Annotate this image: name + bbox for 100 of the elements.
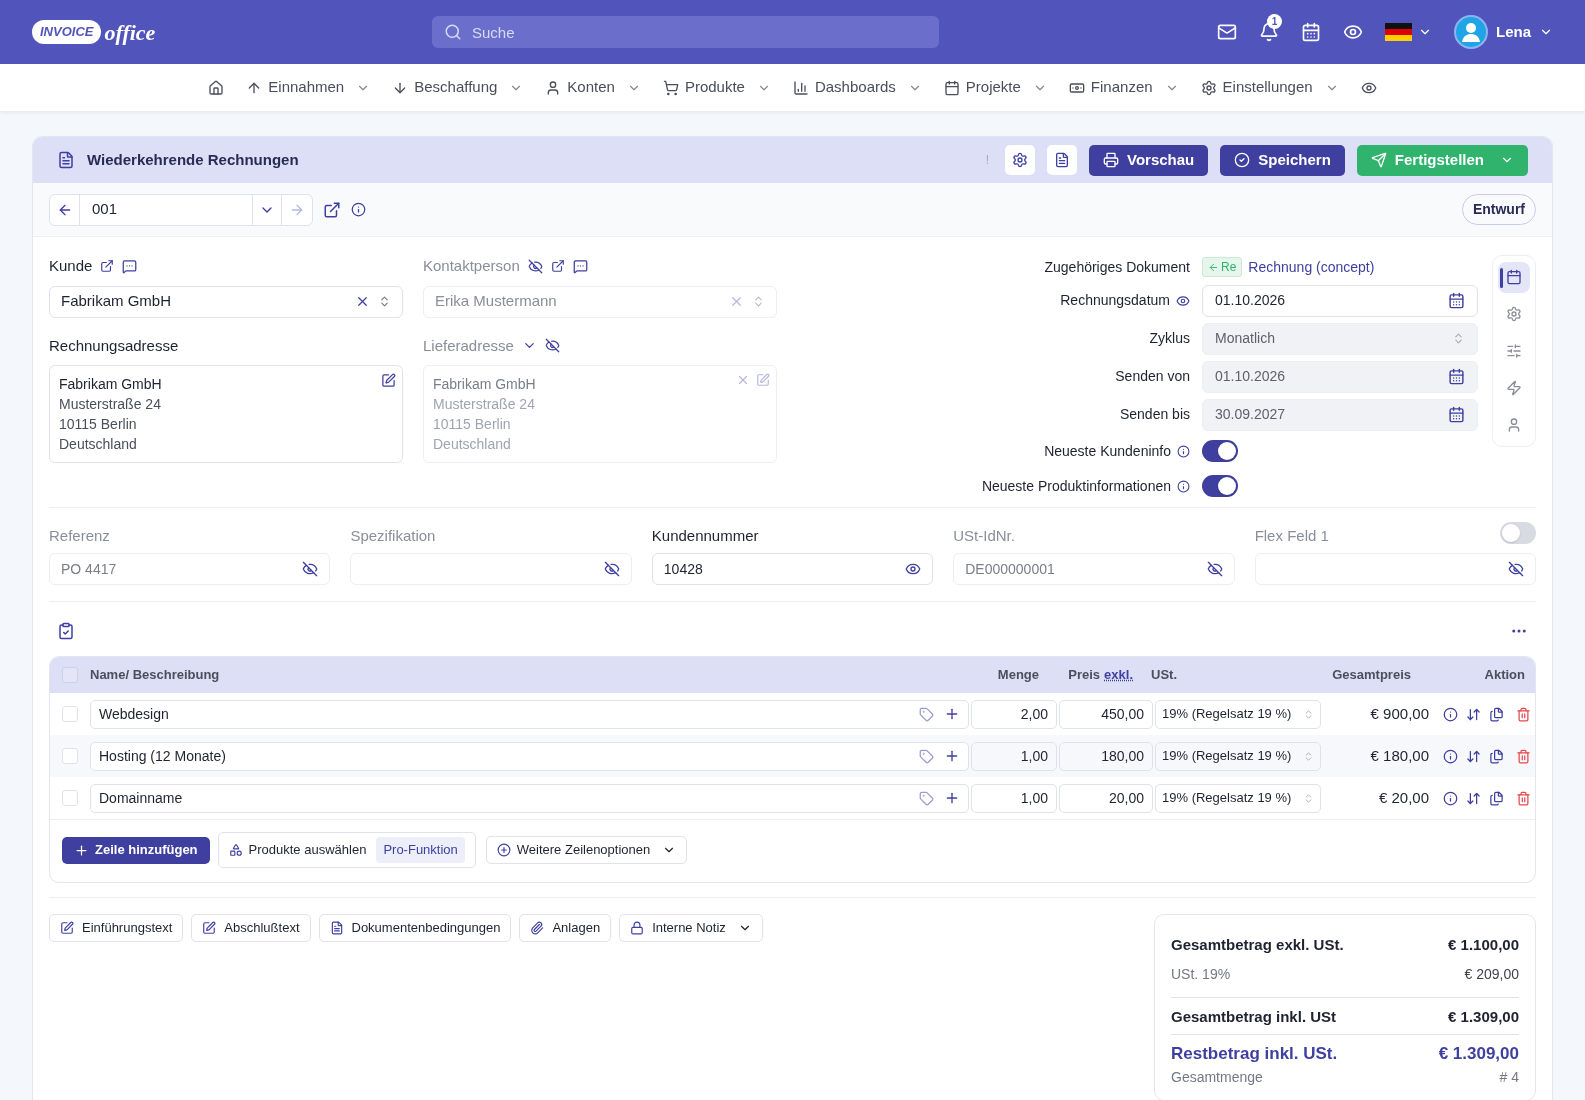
info-icon[interactable]	[1443, 790, 1458, 806]
edit-icon	[60, 921, 74, 935]
copy-icon[interactable]	[1489, 748, 1504, 764]
price-field[interactable]: 180,00	[1059, 741, 1153, 771]
text-field[interactable]: DE000000001	[953, 553, 1235, 585]
gear-icon	[1012, 152, 1029, 168]
gear-icon	[1506, 306, 1522, 323]
add-row-button[interactable]: Zeile hinzufügen	[62, 836, 210, 864]
total-cell-text: € 20,00	[1377, 787, 1429, 808]
document-button[interactable]	[1047, 145, 1078, 175]
quantity-field[interactable]: 1,00	[971, 783, 1057, 813]
comment-icon[interactable]	[122, 258, 138, 274]
nav-item[interactable]: Projekte	[965, 76, 1021, 99]
price-field[interactable]: 450,00	[1059, 699, 1153, 729]
gear-button[interactable]	[1005, 145, 1036, 175]
text-field[interactable]: 10428	[651, 553, 934, 585]
text-field[interactable]: PO 4417	[49, 553, 331, 585]
row-checkbox[interactable]	[62, 790, 78, 806]
calendar-icon[interactable]	[1301, 22, 1321, 42]
sort-icon[interactable]	[1466, 706, 1481, 722]
total-label: Restbetrag inkl. USt.	[1171, 1043, 1338, 1066]
delete-icon[interactable]	[1516, 748, 1531, 764]
name-field[interactable]: Hosting (12 Monate)	[90, 741, 969, 771]
home-icon[interactable]	[208, 79, 225, 96]
tax-select[interactable]: 19% (Regelsatz 19 %)	[1155, 783, 1321, 813]
comment-icon[interactable]	[572, 258, 588, 274]
text-section-button[interactable]: Einführungstext	[49, 914, 184, 942]
side-tab[interactable]	[1498, 262, 1530, 293]
customer-select[interactable]: Fabrikam GmbH	[49, 285, 403, 318]
tax-select[interactable]: 19% (Regelsatz 19 %)	[1155, 699, 1321, 729]
eye-off-icon[interactable]	[1206, 561, 1223, 577]
external-link-icon[interactable]	[550, 259, 565, 274]
text-section-button[interactable]: Abschlußtext	[191, 914, 311, 942]
eye-icon[interactable]	[905, 561, 922, 577]
row-checkbox[interactable]	[62, 706, 78, 722]
copy-icon[interactable]	[1489, 790, 1504, 806]
flag-icon[interactable]	[1385, 23, 1412, 41]
save-button[interactable]: Speichern	[1220, 144, 1345, 176]
eye-off-icon[interactable]	[603, 561, 620, 577]
eye-off-icon[interactable]	[544, 338, 560, 354]
quantity-field[interactable]: 2,00	[971, 699, 1057, 729]
copy-icon[interactable]	[1489, 706, 1504, 722]
toggle-switch[interactable]	[1202, 440, 1238, 462]
eye-icon[interactable]	[1176, 293, 1190, 308]
select-products-link[interactable]: Produkte auswählen	[248, 840, 367, 860]
nav-item[interactable]: Beschaffung	[414, 76, 498, 99]
eye-off-icon[interactable]	[1508, 561, 1525, 577]
quantity-field[interactable]: 1,00	[971, 741, 1057, 771]
delete-icon[interactable]	[1516, 706, 1531, 722]
nav-item[interactable]: Einstellungen	[1222, 76, 1313, 99]
user-name[interactable]: Lena	[1496, 20, 1531, 44]
toggle-switch[interactable]	[1202, 475, 1238, 497]
search-field[interactable]: Suche	[432, 16, 939, 48]
nav-item[interactable]: Konten	[567, 76, 615, 99]
text-section-button[interactable]: Anlagen	[519, 914, 612, 942]
up-down-icon	[378, 295, 391, 308]
external-link-icon[interactable]	[100, 259, 115, 274]
toggle-switch[interactable]	[1500, 522, 1537, 544]
info-icon[interactable]	[1177, 479, 1190, 493]
nav-item[interactable]: Finanzen	[1090, 76, 1153, 99]
field-label: USt-IdNr.	[953, 525, 1015, 546]
nav-item[interactable]: Einnahmen	[268, 76, 345, 99]
external-link-icon[interactable]	[323, 200, 341, 219]
text-section-button[interactable]: Interne Notiz	[619, 914, 763, 942]
text-field[interactable]	[1254, 553, 1537, 585]
eye-icon[interactable]	[1343, 22, 1363, 42]
info-icon[interactable]	[1443, 748, 1458, 764]
price-field[interactable]: 20,00	[1059, 783, 1153, 813]
shapes-icon[interactable]	[228, 843, 243, 857]
date-field[interactable]: 01.10.2026	[1202, 284, 1478, 317]
preview-button[interactable]: Vorschau	[1089, 144, 1209, 176]
sort-icon[interactable]	[1466, 748, 1481, 764]
info-icon[interactable]	[1177, 444, 1190, 458]
name-field[interactable]: Webdesign	[90, 699, 969, 729]
info-icon[interactable]	[351, 202, 366, 217]
text-field[interactable]	[350, 553, 632, 585]
name-field[interactable]: Domainname	[90, 783, 969, 813]
row-checkbox[interactable]	[62, 748, 78, 764]
eye-off-icon[interactable]	[527, 258, 543, 274]
info-icon[interactable]	[1443, 706, 1458, 722]
nav-item[interactable]: Dashboards	[814, 76, 896, 99]
tax-select[interactable]: 19% (Regelsatz 19 %)	[1155, 741, 1321, 771]
nav-item[interactable]: Produkte	[684, 76, 745, 99]
eye-off-icon[interactable]	[302, 561, 319, 577]
plus-icon	[74, 842, 89, 858]
more-options-button[interactable]: Weitere Zeilenoptionen	[485, 836, 688, 864]
plus-icon	[944, 790, 960, 806]
edit-icon[interactable]	[381, 373, 396, 388]
avatar-icon[interactable]	[1454, 15, 1488, 49]
column-header: Menge	[997, 666, 1039, 685]
field-label: Zyklus	[1149, 329, 1190, 348]
text-section-button[interactable]: Dokumentenbedingungen	[318, 914, 512, 942]
sort-icon[interactable]	[1466, 790, 1481, 806]
field-label: Lieferadresse	[423, 335, 514, 356]
delete-icon[interactable]	[1516, 790, 1531, 806]
logo[interactable]: INVOICE office	[32, 15, 432, 49]
document-link[interactable]: Rechnung (concept)	[1248, 256, 1375, 278]
mail-icon[interactable]	[1217, 22, 1237, 42]
total-value: € 209,00	[1464, 965, 1519, 984]
clipboard-icon[interactable]	[57, 622, 75, 640]
